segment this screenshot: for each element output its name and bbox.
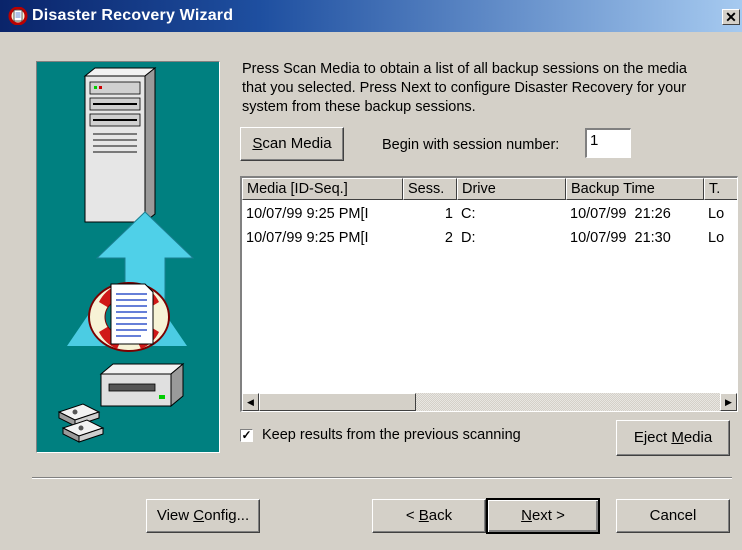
column-header-type[interactable]: T. <box>704 178 737 200</box>
next-label-post: ext > <box>531 507 565 524</box>
back-label-pre: < <box>405 507 419 524</box>
cell-media: 10/07/99 9:25 PM[I <box>246 230 369 246</box>
back-button[interactable]: < Back <box>372 499 486 533</box>
session-number-label: Begin with session number: <box>382 137 560 153</box>
scrollbar-thumb[interactable] <box>259 393 416 411</box>
view-config-mnemonic: C <box>193 507 205 524</box>
column-header-drive[interactable]: Drive <box>457 178 566 200</box>
close-button[interactable]: ✕ <box>722 9 740 25</box>
scroll-right-button[interactable]: ▶ <box>720 393 737 411</box>
cancel-button[interactable]: Cancel <box>616 499 730 533</box>
horizontal-scrollbar[interactable]: ◀ ▶ <box>242 393 737 411</box>
column-header-backup-time[interactable]: Backup Time <box>566 178 704 200</box>
cancel-label: Cancel <box>649 507 697 524</box>
window-title: Disaster Recovery Wizard <box>32 7 234 24</box>
column-header-media[interactable]: Media [ID-Seq.] <box>242 178 403 200</box>
tape-cartridge-icon <box>57 403 105 443</box>
tape-drive-icon <box>99 362 185 408</box>
close-icon: ✕ <box>725 9 737 25</box>
view-config-label-pre: View <box>156 507 194 524</box>
cell-session: 1 <box>444 206 453 222</box>
keep-results-label[interactable]: Keep results from the previous scanning <box>262 427 521 443</box>
disaster-recovery-app-icon <box>8 7 28 25</box>
instructions-text: Press Scan Media to obtain a list of all… <box>242 61 687 115</box>
title-bar[interactable]: Disaster Recovery Wizard ✕ <box>0 0 742 32</box>
view-config-label-post: onfig... <box>204 507 250 524</box>
checkmark-icon: ✓ <box>241 428 252 442</box>
scroll-left-button[interactable]: ◀ <box>242 393 259 411</box>
table-row[interactable]: 10/07/99 9:25 PM[I 1 C: 10/07/99 21:26 L… <box>242 204 737 226</box>
cell-drive: D: <box>461 230 476 246</box>
next-button[interactable]: Next > <box>486 498 600 534</box>
cell-type: Lo <box>708 206 725 222</box>
scan-label: can Media <box>262 135 332 152</box>
arrow-left-icon: ◀ <box>247 397 254 407</box>
back-label-post: ack <box>428 507 453 524</box>
document-icon <box>110 283 154 345</box>
session-number-input[interactable]: 1 <box>585 128 631 158</box>
column-header-session[interactable]: Sess. <box>403 178 457 200</box>
cell-backup-time: 10/07/99 21:26 <box>570 206 671 222</box>
next-mnemonic: N <box>521 507 532 524</box>
backup-sessions-list[interactable]: Media [ID-Seq.] Sess. Drive Backup Time … <box>240 176 738 412</box>
separator-line <box>32 477 732 479</box>
eject-label-post: edia <box>683 429 713 446</box>
cell-backup-time: 10/07/99 21:30 <box>570 230 671 246</box>
eject-label-pre: Eject <box>633 429 672 446</box>
back-mnemonic: B <box>418 507 429 524</box>
keep-results-checkbox[interactable]: ✓ <box>240 429 253 442</box>
eject-media-button[interactable]: Eject Media <box>616 420 730 456</box>
cell-media: 10/07/99 9:25 PM[I <box>246 206 369 222</box>
list-header: Media [ID-Seq.] Sess. Drive Backup Time … <box>242 178 737 200</box>
arrow-right-icon: ▶ <box>725 397 732 407</box>
view-config-button[interactable]: View Config... <box>146 499 260 533</box>
scan-media-button[interactable]: Scan Media <box>240 127 344 161</box>
wizard-illustration <box>36 61 220 453</box>
eject-mnemonic: M <box>671 429 684 446</box>
cell-drive: C: <box>461 206 476 222</box>
cell-type: Lo <box>708 230 725 246</box>
table-row[interactable]: 10/07/99 9:25 PM[I 2 D: 10/07/99 21:30 L… <box>242 228 737 250</box>
cell-session: 2 <box>444 230 453 246</box>
scan-mnemonic: S <box>252 135 263 152</box>
server-tower-icon <box>83 66 157 224</box>
